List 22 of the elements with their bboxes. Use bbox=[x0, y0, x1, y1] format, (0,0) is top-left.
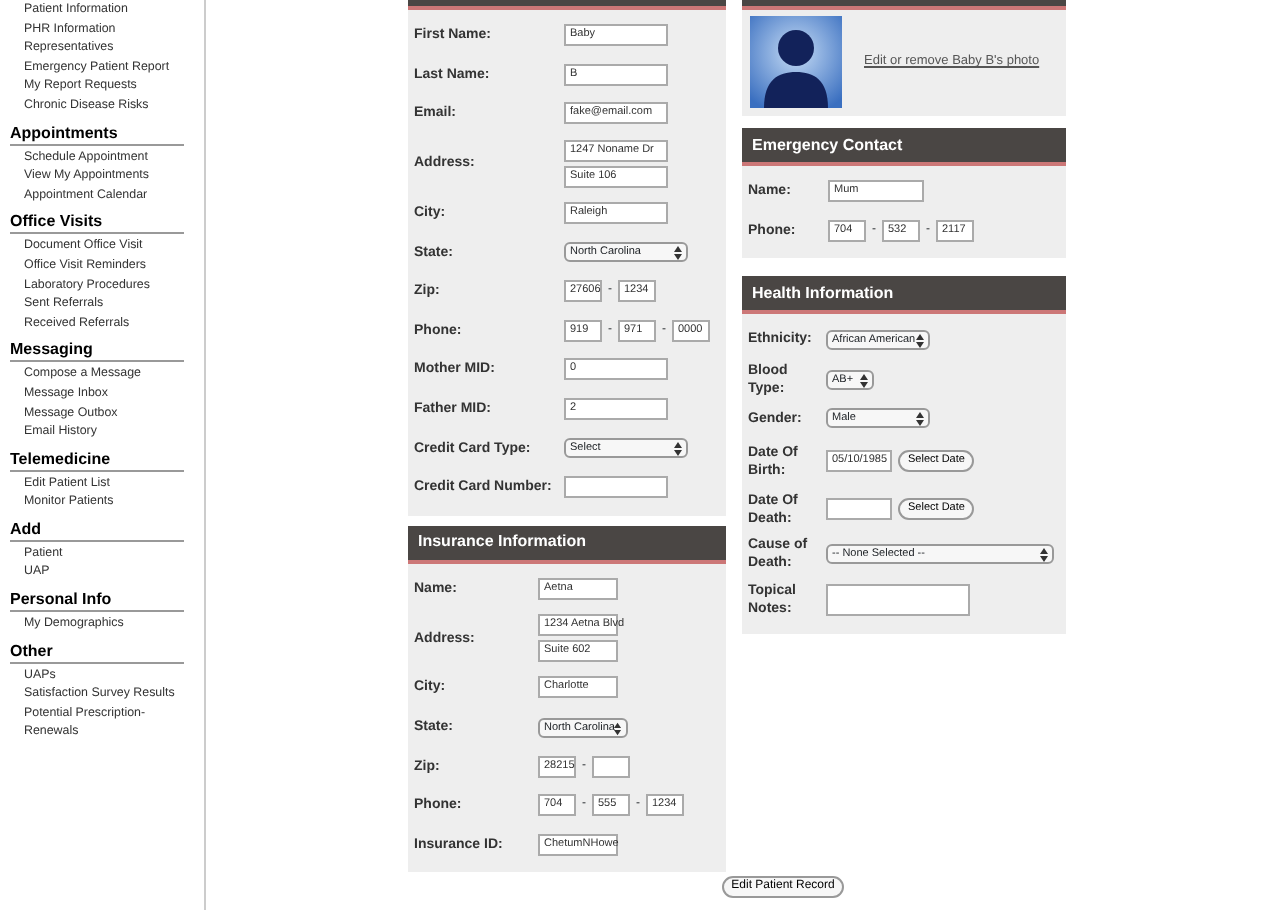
notes-textarea[interactable] bbox=[826, 583, 970, 616]
avatar-silhouette bbox=[750, 16, 842, 108]
panel-heading: Health Information bbox=[742, 276, 1066, 315]
sidebar-heading: Appointments bbox=[10, 123, 184, 146]
input-field[interactable] bbox=[826, 498, 892, 521]
updown-arrows-icon bbox=[614, 721, 622, 736]
updown-arrows-icon bbox=[674, 246, 682, 261]
sidebar-heading: Personal Info bbox=[10, 590, 184, 613]
sidebar-heading: Add bbox=[10, 519, 184, 542]
panel-heading: Emergency Contact bbox=[742, 128, 1066, 166]
updown-arrows-icon bbox=[1040, 547, 1048, 562]
input-field[interactable] bbox=[564, 476, 668, 499]
sidebar-heading: Telemedicine bbox=[10, 449, 184, 472]
sidebar-heading: Other bbox=[10, 641, 184, 664]
updown-arrows-icon bbox=[674, 442, 682, 457]
panel-heading: Insurance Information bbox=[408, 525, 726, 564]
updown-arrows-icon bbox=[860, 373, 868, 388]
sidebar-heading: Office Visits bbox=[10, 212, 184, 235]
updown-arrows-icon bbox=[916, 412, 924, 427]
input-field[interactable] bbox=[592, 755, 630, 778]
updown-arrows-icon bbox=[916, 333, 924, 348]
sidebar-heading: Messaging bbox=[10, 340, 184, 363]
